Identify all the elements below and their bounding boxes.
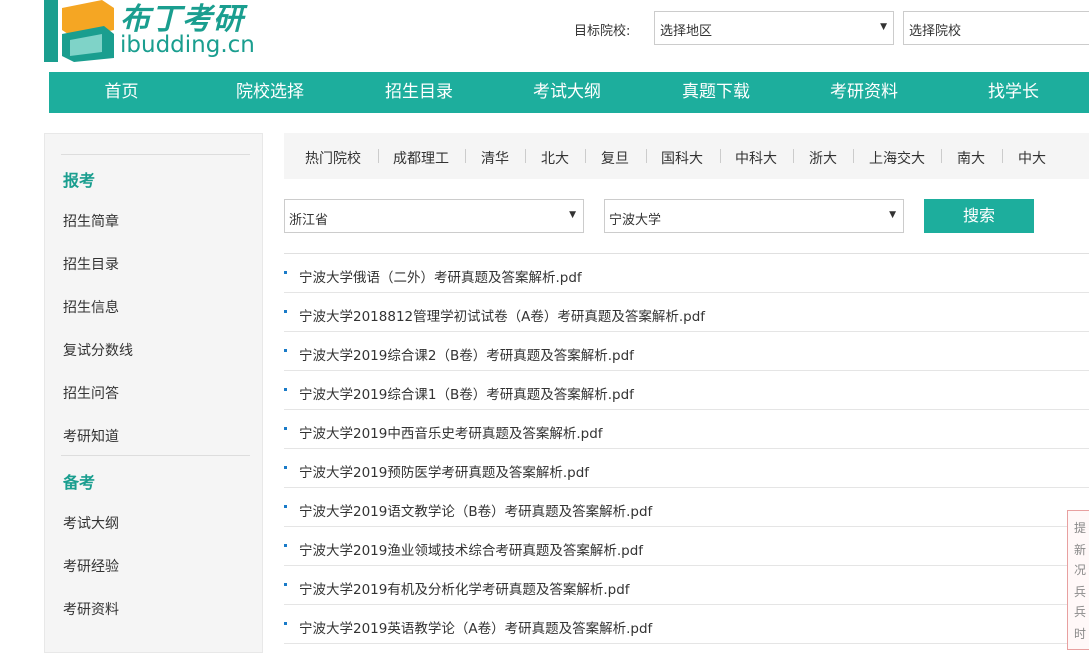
bullet-icon xyxy=(284,622,287,625)
nav-exam-outline[interactable]: 考试大纲 xyxy=(492,72,642,113)
list-item: 宁波大学2019英语教学论（A卷）考研真题及答案解析.pdf xyxy=(284,605,1089,644)
separator xyxy=(646,149,647,163)
sidebar-item-experience[interactable]: 考研经验 xyxy=(63,556,119,576)
file-link[interactable]: 宁波大学2019有机及分析化学考研真题及答案解析.pdf xyxy=(299,578,630,598)
list-item: 宁波大学2019综合课1（B卷）考研真题及答案解析.pdf xyxy=(284,371,1089,410)
notice-text: 兵 xyxy=(1074,605,1087,619)
file-link[interactable]: 宁波大学2019英语教学论（A卷）考研真题及答案解析.pdf xyxy=(299,617,652,637)
sidebar-divider xyxy=(61,154,250,155)
sidebar-section-prepare: 备考 xyxy=(63,473,96,492)
file-link[interactable]: 宁波大学2019语文教学论（B卷）考研真题及答案解析.pdf xyxy=(299,500,652,520)
logo-mark-icon xyxy=(44,0,114,62)
target-school-label: 目标院校: xyxy=(574,24,631,39)
file-link[interactable]: 宁波大学俄语（二外）考研真题及答案解析.pdf xyxy=(299,266,582,286)
sidebar-item-materials[interactable]: 考研资料 xyxy=(63,599,119,619)
list-item: 宁波大学2019有机及分析化学考研真题及答案解析.pdf xyxy=(284,566,1089,605)
sidebar-item-catalog[interactable]: 招生目录 xyxy=(63,254,119,274)
hot-school-link[interactable]: 中科大 xyxy=(735,148,777,168)
list-item: 宁波大学2019综合课2（B卷）考研真题及答案解析.pdf xyxy=(284,332,1089,371)
list-item: 宁波大学俄语（二外）考研真题及答案解析.pdf xyxy=(284,254,1089,293)
province-select-value: 浙江省 xyxy=(289,213,329,228)
notice-text: 况 xyxy=(1074,563,1087,577)
dropdown-arrow-icon: ▼ xyxy=(880,22,887,32)
nav-enrollment-catalog[interactable]: 招生目录 xyxy=(346,72,492,113)
search-button[interactable]: 搜索 xyxy=(924,199,1034,233)
separator xyxy=(465,149,466,163)
university-select[interactable]: 宁波大学 ▼ xyxy=(604,199,904,233)
province-select[interactable]: 浙江省 ▼ xyxy=(284,199,584,233)
sidebar-item-knowledge[interactable]: 考研知道 xyxy=(63,426,119,446)
region-select[interactable]: 选择地区 ▼ xyxy=(654,11,894,45)
region-select-value: 选择地区 xyxy=(660,24,713,39)
file-link[interactable]: 宁波大学2019综合课2（B卷）考研真题及答案解析.pdf xyxy=(299,344,634,364)
sidebar: 报考 招生简章 招生目录 招生信息 复试分数线 招生问答 考研知道 备考 考试大… xyxy=(44,133,263,653)
bullet-icon xyxy=(284,271,287,274)
bullet-icon xyxy=(284,388,287,391)
hot-school-link[interactable]: 浙大 xyxy=(809,148,837,168)
logo-domain: ibudding.cn xyxy=(120,32,255,58)
sidebar-item-score-line[interactable]: 复试分数线 xyxy=(63,340,133,360)
sidebar-item-qa[interactable]: 招生问答 xyxy=(63,383,119,403)
separator xyxy=(793,149,794,163)
nav-find-senior[interactable]: 找学长 xyxy=(938,72,1089,113)
notice-text: 提 xyxy=(1074,521,1087,535)
hot-school-link[interactable]: 中大 xyxy=(1018,148,1046,168)
bullet-icon xyxy=(284,466,287,469)
file-link[interactable]: 宁波大学2018812管理学初试试卷（A卷）考研真题及答案解析.pdf xyxy=(299,305,705,325)
site-logo[interactable]: 布丁考研 ibudding.cn xyxy=(44,0,264,64)
main-nav: 首页 院校选择 招生目录 考试大纲 真题下载 考研资料 找学长 xyxy=(49,72,1089,113)
bullet-icon xyxy=(284,505,287,508)
list-item: 宁波大学2019渔业领域技术综合考研真题及答案解析.pdf xyxy=(284,527,1089,566)
school-select-value: 选择院校 xyxy=(909,24,962,39)
hot-school-link[interactable]: 清华 xyxy=(481,148,509,168)
file-link[interactable]: 宁波大学2019中西音乐史考研真题及答案解析.pdf xyxy=(299,422,603,442)
bullet-icon xyxy=(284,427,287,430)
file-link[interactable]: 宁波大学2019预防医学考研真题及答案解析.pdf xyxy=(299,461,589,481)
list-item: 宁波大学2019语文教学论（B卷）考研真题及答案解析.pdf xyxy=(284,488,1089,527)
notice-text: 时 xyxy=(1074,627,1087,641)
notice-popup: 提 新 况 兵 兵 时 xyxy=(1067,510,1089,650)
school-select[interactable]: 选择院校 xyxy=(903,11,1089,45)
hot-school-link[interactable]: 国科大 xyxy=(661,148,703,168)
hot-school-link[interactable]: 上海交大 xyxy=(869,148,925,168)
sidebar-item-brochure[interactable]: 招生简章 xyxy=(63,211,119,231)
hot-school-link[interactable]: 复旦 xyxy=(601,148,629,168)
bullet-icon xyxy=(284,310,287,313)
hot-schools-label: 热门院校 xyxy=(305,151,361,167)
nav-school-select[interactable]: 院校选择 xyxy=(194,72,346,113)
university-select-value: 宁波大学 xyxy=(609,213,662,228)
separator xyxy=(720,149,721,163)
sidebar-item-outline[interactable]: 考试大纲 xyxy=(63,513,119,533)
separator xyxy=(1002,149,1003,163)
nav-past-papers[interactable]: 真题下载 xyxy=(642,72,790,113)
separator xyxy=(378,149,379,163)
sidebar-item-info[interactable]: 招生信息 xyxy=(63,297,119,317)
bullet-icon xyxy=(284,544,287,547)
file-link[interactable]: 宁波大学2019综合课1（B卷）考研真题及答案解析.pdf xyxy=(299,383,634,403)
bullet-icon xyxy=(284,583,287,586)
hot-school-link[interactable]: 成都理工 xyxy=(393,148,449,168)
list-item: 宁波大学2018812管理学初试试卷（A卷）考研真题及答案解析.pdf xyxy=(284,293,1089,332)
hot-school-link[interactable]: 南大 xyxy=(957,148,985,168)
separator xyxy=(853,149,854,163)
hot-schools-bar: 热门院校 成都理工 清华 北大 复旦 国科大 中科大 浙大 上海交大 南大 中大 xyxy=(284,133,1089,179)
notice-text: 新 xyxy=(1074,543,1087,557)
separator xyxy=(525,149,526,163)
nav-home[interactable]: 首页 xyxy=(49,72,194,113)
list-item: 宁波大学2019预防医学考研真题及答案解析.pdf xyxy=(284,449,1089,488)
nav-study-materials[interactable]: 考研资料 xyxy=(790,72,938,113)
hot-school-link[interactable]: 北大 xyxy=(541,148,569,168)
sidebar-divider xyxy=(61,455,250,456)
sidebar-section-apply: 报考 xyxy=(63,171,96,190)
notice-text: 兵 xyxy=(1074,585,1087,599)
separator xyxy=(941,149,942,163)
dropdown-arrow-icon: ▼ xyxy=(889,210,896,220)
dropdown-arrow-icon: ▼ xyxy=(569,210,576,220)
list-item: 宁波大学2019中西音乐史考研真题及答案解析.pdf xyxy=(284,410,1089,449)
separator xyxy=(585,149,586,163)
file-link[interactable]: 宁波大学2019渔业领域技术综合考研真题及答案解析.pdf xyxy=(299,539,643,559)
bullet-icon xyxy=(284,349,287,352)
